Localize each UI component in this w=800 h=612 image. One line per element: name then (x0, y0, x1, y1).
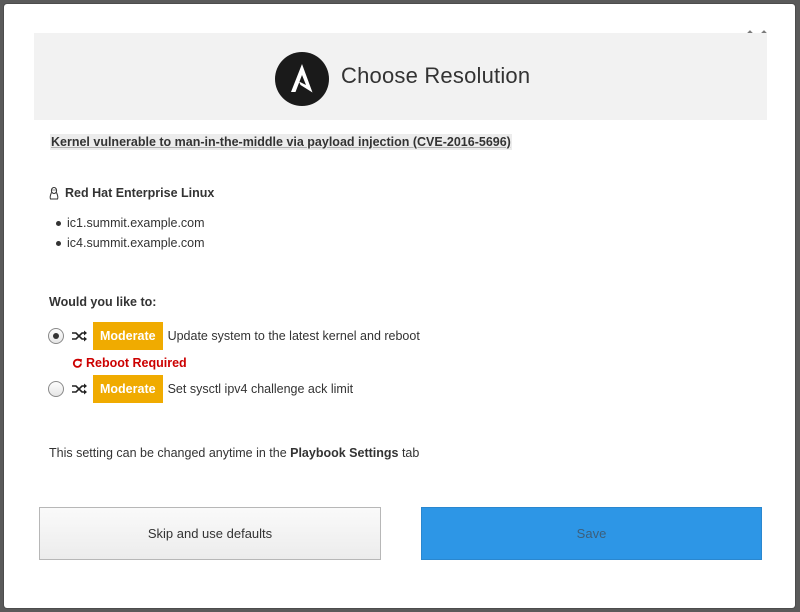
linux-icon (49, 186, 59, 199)
radio-button[interactable] (48, 328, 64, 344)
list-item: ic4.summit.example.com (56, 233, 205, 253)
issue-title: Kernel vulnerable to man-in-the-middle v… (50, 134, 512, 150)
refresh-icon (72, 358, 82, 368)
save-button[interactable]: Save (421, 507, 762, 560)
os-heading: Red Hat Enterprise Linux (49, 186, 214, 200)
skip-button[interactable]: Skip and use defaults (39, 507, 381, 560)
reboot-required-note: Reboot Required (72, 356, 187, 370)
ansible-logo-icon (275, 52, 329, 106)
list-item: ic1.summit.example.com (56, 213, 205, 233)
shuffle-icon (72, 383, 87, 395)
choose-resolution-modal: Choose Resolution Kernel vulnerable to m… (4, 4, 795, 608)
modal-header: Choose Resolution (34, 33, 767, 120)
option-label: Set sysctl ipv4 challenge ack limit (167, 382, 354, 396)
bullet-icon (56, 240, 61, 246)
playbook-settings-link: Playbook Settings (290, 446, 399, 460)
resolution-option-1[interactable]: Moderate Update system to the latest ker… (48, 322, 420, 350)
option-label: Update system to the latest kernel and r… (167, 329, 420, 343)
resolution-option-2[interactable]: Moderate Set sysctl ipv4 challenge ack l… (48, 375, 353, 403)
radio-button[interactable] (48, 381, 64, 397)
os-name: Red Hat Enterprise Linux (65, 186, 215, 200)
modal-title: Choose Resolution (341, 63, 531, 88)
question-label: Would you like to: (49, 295, 157, 309)
shuffle-icon (72, 330, 87, 342)
risk-badge: Moderate (93, 375, 163, 403)
bullet-icon (56, 220, 61, 226)
settings-note: This setting can be changed anytime in t… (49, 446, 420, 460)
host-list: ic1.summit.example.com ic4.summit.exampl… (56, 213, 205, 253)
risk-badge: Moderate (93, 322, 163, 350)
